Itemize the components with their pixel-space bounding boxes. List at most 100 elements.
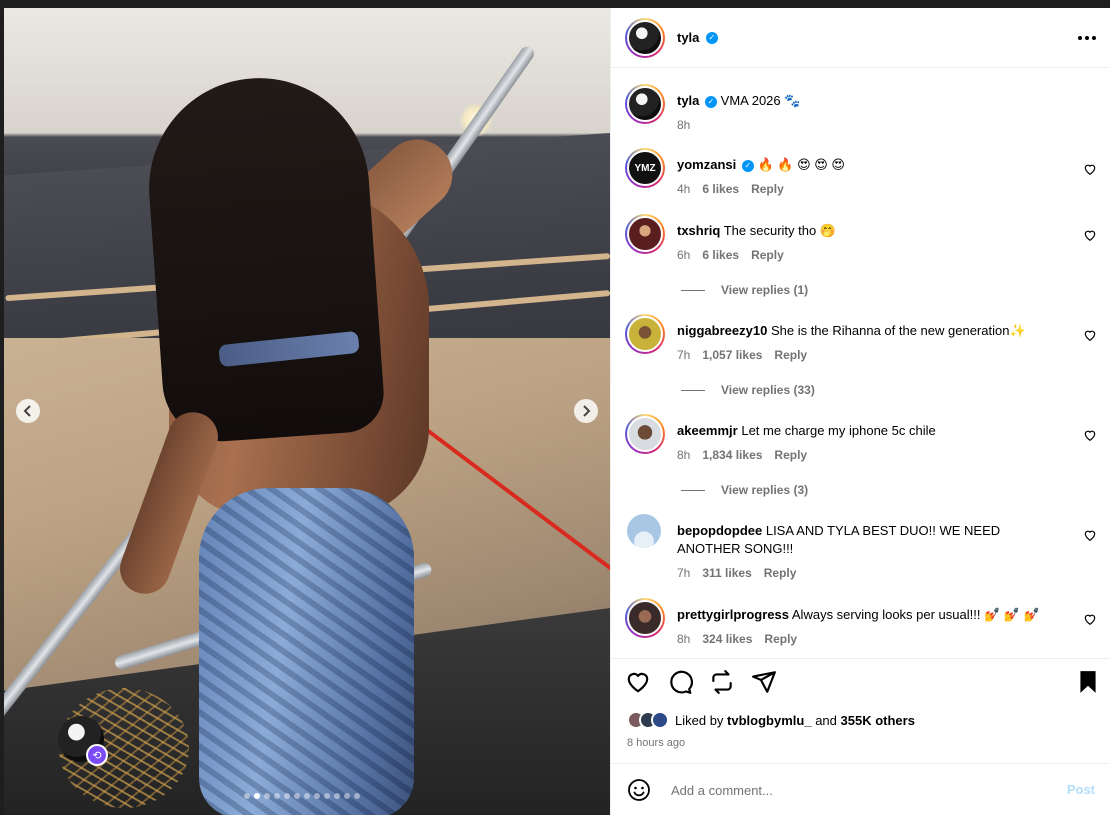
- view-replies-button[interactable]: View replies (33): [681, 383, 815, 397]
- verified-icon: ✓: [705, 95, 718, 108]
- comment-time: 8h: [677, 448, 691, 462]
- like-comment-icon[interactable]: [1083, 428, 1097, 442]
- carousel-dot: [314, 793, 320, 799]
- divider-line: [681, 289, 705, 291]
- view-replies-label: View replies (3): [721, 483, 809, 497]
- post-time[interactable]: 8 hours ago: [627, 737, 685, 749]
- author-username[interactable]: tyla: [677, 93, 699, 108]
- previous-slide-button[interactable]: [16, 399, 40, 423]
- carousel-indicator: [244, 793, 360, 799]
- dot: [1092, 36, 1096, 40]
- like-comment-icon[interactable]: [1083, 228, 1097, 242]
- comment-text: 🔥 🔥 😍 😍 😍: [757, 157, 845, 172]
- likes-summary: Liked by tvblogbymlu_ and 355K others: [627, 711, 915, 729]
- comment-text: Let me charge my iphone 5c chile: [741, 423, 936, 438]
- tag-badge-icon[interactable]: ⟲: [86, 744, 108, 766]
- comment-time: 6h: [677, 248, 691, 262]
- like-comment-icon[interactable]: [1083, 162, 1097, 176]
- author-avatar[interactable]: [625, 84, 665, 124]
- commenter-avatar[interactable]: YMZ: [625, 148, 665, 188]
- like-comment-icon[interactable]: [1083, 612, 1097, 626]
- next-slide-button[interactable]: [574, 399, 598, 423]
- comment-text: The security tho 🤭: [723, 223, 837, 238]
- comment-text: Always serving looks per usual!!! 💅 💅 💅: [791, 607, 1040, 622]
- post-sidebar: tyla ✓ tyla ✓ VMA 2026 🐾 8h YMZ yomzansi…: [610, 8, 1110, 815]
- author-username[interactable]: tyla: [677, 30, 699, 45]
- carousel-dot: [334, 793, 340, 799]
- carousel-dot: [354, 793, 360, 799]
- post-modal: ⟲ tyla ✓ tyla ✓ VMA 2026 🐾 8h YMZ yomzan…: [4, 8, 1110, 815]
- reply-button[interactable]: Reply: [764, 632, 797, 646]
- comment-input[interactable]: [671, 778, 1041, 802]
- view-replies-button[interactable]: View replies (3): [681, 483, 808, 497]
- commenter-avatar[interactable]: [625, 414, 665, 454]
- commenter-username[interactable]: txshriq: [677, 223, 720, 238]
- commenter-avatar[interactable]: [627, 514, 661, 548]
- divider-line: [681, 489, 705, 491]
- post-media[interactable]: ⟲: [4, 8, 610, 815]
- reply-button[interactable]: Reply: [774, 348, 807, 362]
- caption-text: VMA 2026 🐾: [720, 93, 801, 108]
- carousel-dot: [274, 793, 280, 799]
- comment-icon[interactable]: [667, 669, 693, 695]
- reply-button[interactable]: Reply: [751, 248, 784, 262]
- carousel-dot: [264, 793, 270, 799]
- liker-username[interactable]: tvblogbymlu_: [727, 713, 812, 728]
- chevron-left-icon: [23, 405, 31, 417]
- like-comment-icon[interactable]: [1083, 328, 1097, 342]
- comments-list[interactable]: tyla ✓ VMA 2026 🐾 8h YMZ yomzansi ✓ 🔥 🔥 …: [611, 68, 1110, 658]
- commenter-username[interactable]: bepopdopdee: [677, 523, 762, 538]
- carousel-dot: [254, 793, 260, 799]
- carousel-dot: [304, 793, 310, 799]
- carousel-dot: [324, 793, 330, 799]
- post-header: tyla ✓: [611, 8, 1110, 68]
- commenter-avatar[interactable]: [625, 598, 665, 638]
- comment-text: She is the Rihanna of the new generation…: [770, 323, 1026, 338]
- emoji-icon[interactable]: [627, 778, 651, 802]
- view-replies-label: View replies (33): [721, 383, 815, 397]
- likes-others[interactable]: 355K others: [841, 713, 915, 728]
- comment-time: 8h: [677, 632, 691, 646]
- likes-prefix: Liked by: [675, 712, 724, 728]
- caption-time: 8h: [677, 118, 691, 132]
- add-comment-bar: Post: [611, 763, 1110, 815]
- comment-time: 7h: [677, 348, 691, 362]
- like-icon[interactable]: [625, 669, 651, 695]
- comment-likes[interactable]: 311 likes: [702, 566, 751, 580]
- comment-likes[interactable]: 6 likes: [702, 182, 739, 196]
- like-comment-icon[interactable]: [1083, 528, 1097, 542]
- reply-button[interactable]: Reply: [764, 566, 797, 580]
- post-comment-button[interactable]: Post: [1067, 782, 1095, 797]
- repost-icon[interactable]: [709, 669, 735, 695]
- share-icon[interactable]: [751, 669, 777, 695]
- view-replies-label: View replies (1): [721, 283, 809, 297]
- comment-likes[interactable]: 324 likes: [702, 632, 752, 646]
- dot: [1085, 36, 1089, 40]
- commenter-username[interactable]: akeemmjr: [677, 423, 738, 438]
- commenter-username[interactable]: prettygirlprogress: [677, 607, 789, 622]
- verified-icon: ✓: [741, 159, 754, 172]
- save-icon[interactable]: [1075, 669, 1101, 695]
- commenter-username[interactable]: niggabreezy10: [677, 323, 767, 338]
- likes-joiner: and: [815, 712, 837, 728]
- comment-time: 4h: [677, 182, 691, 196]
- post-actions: Liked by tvblogbymlu_ and 355K others 8 …: [611, 658, 1110, 763]
- commenter-avatar[interactable]: [625, 314, 665, 354]
- reply-button[interactable]: Reply: [751, 182, 784, 196]
- commenter-avatar[interactable]: [625, 214, 665, 254]
- author-avatar[interactable]: [625, 18, 665, 58]
- person-skirt: [199, 488, 414, 815]
- carousel-dot: [244, 793, 250, 799]
- comment-likes[interactable]: 1,834 likes: [702, 448, 762, 462]
- more-options-button[interactable]: [1075, 26, 1099, 50]
- reply-button[interactable]: Reply: [774, 448, 807, 462]
- view-replies-button[interactable]: View replies (1): [681, 283, 808, 297]
- person-hair: [141, 70, 387, 446]
- comment-likes[interactable]: 1,057 likes: [702, 348, 762, 362]
- carousel-dot: [294, 793, 300, 799]
- commenter-username[interactable]: yomzansi: [677, 157, 736, 172]
- carousel-dot: [284, 793, 290, 799]
- chevron-right-icon: [583, 405, 591, 417]
- comment-likes[interactable]: 6 likes: [702, 248, 739, 262]
- comment-time: 7h: [677, 566, 691, 580]
